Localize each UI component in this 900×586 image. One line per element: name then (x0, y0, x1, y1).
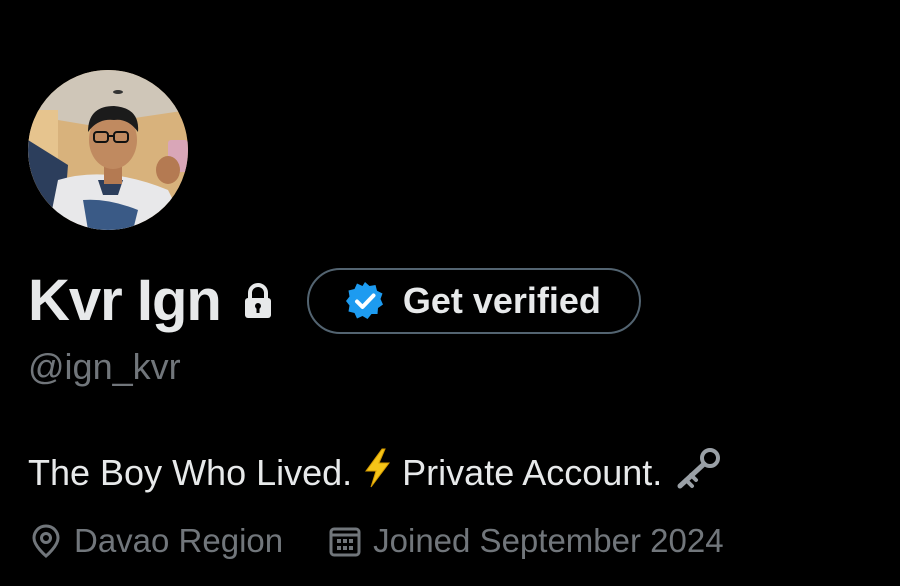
profile-avatar[interactable] (26, 68, 190, 232)
lightning-bolt-icon (362, 448, 392, 497)
get-verified-label: Get verified (402, 280, 601, 321)
display-name: Kvr Ign (28, 268, 222, 333)
location-text: Davao Region (74, 522, 284, 559)
lock-icon (241, 282, 275, 320)
location-pin-icon (28, 523, 64, 559)
profile-name-row: Kvr Ign Get verified (28, 266, 641, 336)
get-verified-button[interactable]: Get verified (306, 268, 641, 334)
verified-badge-icon (345, 281, 385, 321)
avatar-image (28, 70, 188, 230)
joined-text: Joined September 2024 (373, 522, 724, 559)
old-key-icon (672, 446, 722, 499)
profile-meta-row: Davao Region Joined September 2024 (28, 522, 724, 560)
profile-handle: @ign_kvr (28, 346, 181, 387)
profile-bio: The Boy Who Lived. Private Account. (28, 446, 732, 499)
profile-location: Davao Region (28, 522, 283, 560)
bio-text-1: The Boy Who Lived. (28, 451, 353, 493)
calendar-icon (327, 523, 363, 559)
profile-joined-date: Joined September 2024 (327, 522, 724, 560)
bio-text-2: Private Account. (402, 451, 663, 493)
